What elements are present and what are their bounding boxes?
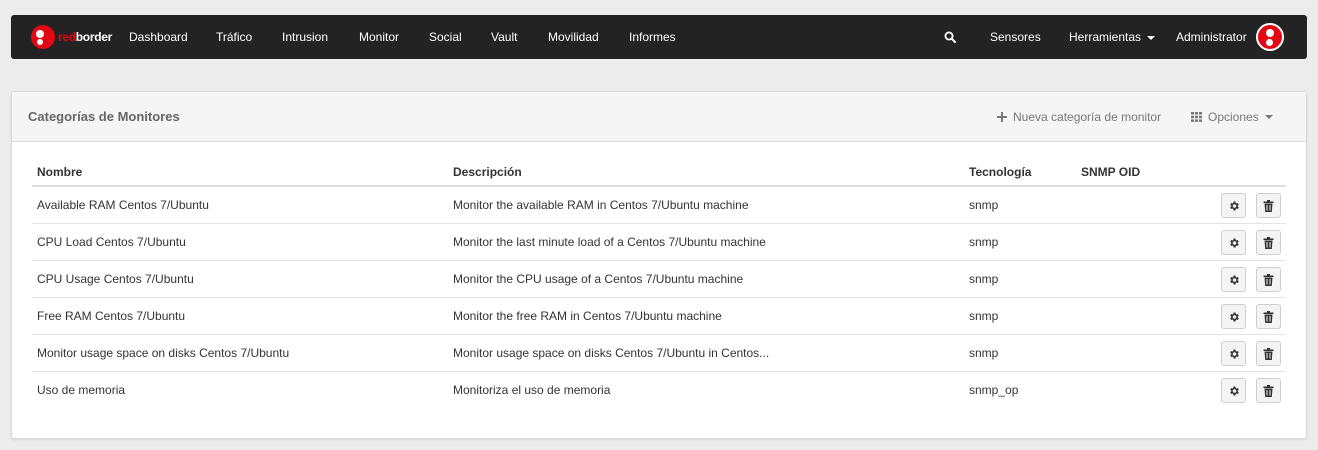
column-header-tecnologia[interactable]: Tecnología <box>969 154 1031 190</box>
trash-icon <box>1263 384 1274 397</box>
cell-description: Monitor the available RAM in Centos 7/Ub… <box>453 198 749 212</box>
cell-name: CPU Load Centos 7/Ubuntu <box>37 235 186 249</box>
nav-item-monitor[interactable]: Monitor <box>359 15 399 59</box>
top-navbar: redborder Dashboard Tráfico Intrusion Mo… <box>11 15 1307 59</box>
plus-icon <box>997 112 1007 122</box>
trash-icon <box>1263 236 1274 249</box>
column-header-nombre[interactable]: Nombre <box>37 154 82 190</box>
cell-name: Monitor usage space on disks Centos 7/Ub… <box>37 346 290 360</box>
edit-button[interactable] <box>1221 267 1246 292</box>
cell-technology: snmp <box>969 272 999 286</box>
cell-description: Monitor the free RAM in Centos 7/Ubuntu … <box>453 309 722 323</box>
table-header-row: Nombre Descripción Tecnología SNMP OID <box>32 154 1286 187</box>
column-header-snmp-oid[interactable]: SNMP OID <box>1081 154 1140 190</box>
brand-logo[interactable]: redborder <box>31 25 112 49</box>
trash-icon <box>1263 199 1274 212</box>
options-dropdown[interactable]: Opciones <box>1191 92 1273 142</box>
chevron-down-icon <box>1147 35 1156 40</box>
cell-description: Monitor usage space on disks Centos 7/Ub… <box>453 346 770 360</box>
herramientas-dropdown[interactable]: Herramientas <box>1069 15 1156 59</box>
table-row: Free RAM Centos 7/Ubuntu Monitor the fre… <box>32 298 1286 335</box>
column-header-descripcion[interactable]: Descripción <box>453 154 522 190</box>
cell-name: Free RAM Centos 7/Ubuntu <box>37 309 186 323</box>
table-row: Monitor usage space on disks Centos 7/Ub… <box>32 335 1286 372</box>
edit-button[interactable] <box>1221 341 1246 366</box>
edit-button[interactable] <box>1221 304 1246 329</box>
edit-button[interactable] <box>1221 230 1246 255</box>
nav-item-dashboard[interactable]: Dashboard <box>129 15 188 59</box>
edit-button[interactable] <box>1221 193 1246 218</box>
delete-button[interactable] <box>1256 193 1281 218</box>
cell-name: CPU Usage Centos 7/Ubuntu <box>37 272 194 286</box>
cell-technology: snmp <box>969 309 999 323</box>
brand-name: redborder <box>58 30 112 44</box>
cell-technology: snmp <box>969 346 999 360</box>
nav-item-intrusion[interactable]: Intrusion <box>282 15 328 59</box>
nav-item-vault[interactable]: Vault <box>491 15 517 59</box>
monitor-categories-table: Nombre Descripción Tecnología SNMP OID A… <box>32 154 1286 409</box>
gear-icon <box>1229 386 1239 395</box>
trash-icon <box>1263 273 1274 286</box>
chevron-down-icon <box>1264 115 1273 119</box>
cell-technology: snmp <box>969 198 999 212</box>
cell-description: Monitor the last minute load of a Centos… <box>453 235 766 249</box>
avatar-icon[interactable] <box>1256 23 1284 51</box>
panel-header: Categorías de Monitores Nueva categoría … <box>12 92 1306 142</box>
delete-button[interactable] <box>1256 267 1281 292</box>
nav-item-sensores[interactable]: Sensores <box>990 15 1041 59</box>
table-row: Available RAM Centos 7/Ubuntu Monitor th… <box>32 187 1286 224</box>
new-category-button[interactable]: Nueva categoría de monitor <box>997 92 1161 142</box>
delete-button[interactable] <box>1256 341 1281 366</box>
table-row: CPU Usage Centos 7/Ubuntu Monitor the CP… <box>32 261 1286 298</box>
panel-title: Categorías de Monitores <box>28 109 180 124</box>
nav-item-social[interactable]: Social <box>429 15 462 59</box>
grid-icon <box>1191 112 1202 122</box>
herramientas-label: Herramientas <box>1069 30 1142 44</box>
nav-item-informes[interactable]: Informes <box>629 15 676 59</box>
delete-button[interactable] <box>1256 230 1281 255</box>
trash-icon <box>1263 347 1274 360</box>
gear-icon <box>1229 201 1239 210</box>
trash-icon <box>1263 310 1274 323</box>
nav-item-trafico[interactable]: Tráfico <box>216 15 252 59</box>
cell-name: Available RAM Centos 7/Ubuntu <box>37 198 209 212</box>
options-label: Opciones <box>1208 110 1259 124</box>
search-icon[interactable] <box>944 31 956 43</box>
cell-technology: snmp <box>969 235 999 249</box>
cell-technology: snmp_op <box>969 383 1019 397</box>
cell-description: Monitoriza el uso de memoria <box>453 383 611 397</box>
gear-icon <box>1229 275 1239 284</box>
cell-name: Uso de memoria <box>37 383 126 397</box>
monitor-categories-panel: Categorías de Monitores Nueva categoría … <box>11 91 1307 439</box>
delete-button[interactable] <box>1256 304 1281 329</box>
nav-item-movilidad[interactable]: Movilidad <box>548 15 599 59</box>
edit-button[interactable] <box>1221 378 1246 403</box>
redborder-logo-icon <box>31 25 55 49</box>
delete-button[interactable] <box>1256 378 1281 403</box>
gear-icon <box>1229 312 1239 321</box>
new-category-label: Nueva categoría de monitor <box>1013 110 1162 124</box>
cell-description: Monitor the CPU usage of a Centos 7/Ubun… <box>453 272 744 286</box>
user-menu[interactable]: Administrator <box>1176 15 1247 59</box>
table-row: CPU Load Centos 7/Ubuntu Monitor the las… <box>32 224 1286 261</box>
gear-icon <box>1229 349 1239 358</box>
table-row: Uso de memoria Monitoriza el uso de memo… <box>32 372 1286 409</box>
gear-icon <box>1229 238 1239 247</box>
